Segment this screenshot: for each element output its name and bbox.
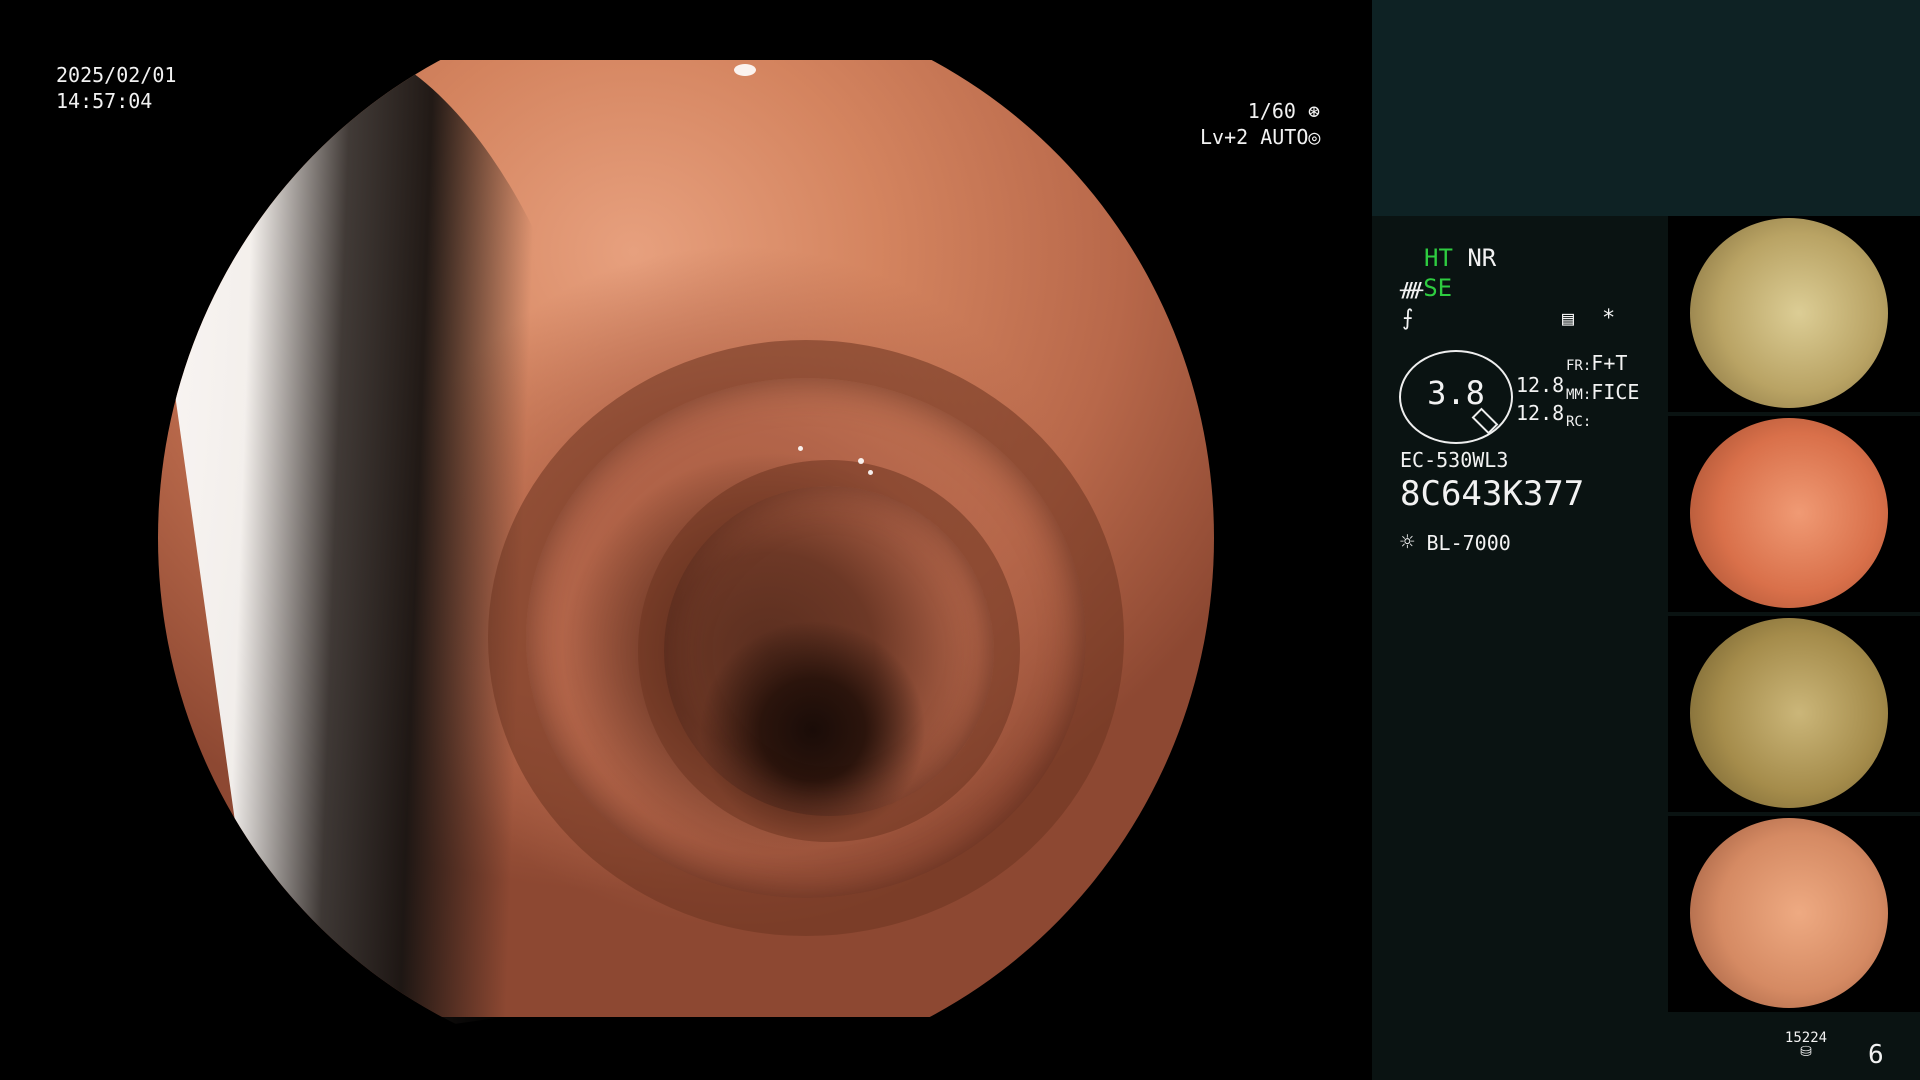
se-indicator: SE xyxy=(1423,274,1453,302)
glare xyxy=(868,470,873,475)
light-source-row: ☼ BL-7000 xyxy=(1400,528,1511,556)
thumbnail[interactable] xyxy=(1668,816,1920,1012)
shutter-row: 1/60 ⊛ xyxy=(1200,98,1320,124)
mode-values: FR:F+T MM:FICE RC: xyxy=(1566,350,1639,435)
settings-panel: HT NR ᚎSE ⨍ ▤ * 3.8 12.8 12.8 FR:F+T MM:… xyxy=(1372,216,1668,1080)
value-b: 12.8 xyxy=(1516,401,1565,425)
numeric-values: 12.8 12.8 xyxy=(1516,371,1564,427)
value-a: 12.8 xyxy=(1516,373,1565,397)
level-text: Lv+2 xyxy=(1200,125,1249,149)
glare xyxy=(798,446,803,451)
glare xyxy=(734,64,756,76)
thumbnail[interactable] xyxy=(1668,416,1920,612)
date-time-readout: 2025/02/01 14:57:04 xyxy=(56,62,176,114)
endoscope-image xyxy=(158,1,1214,1051)
iris-icon: ◎ xyxy=(1308,125,1321,149)
fr-value: F+T xyxy=(1591,351,1628,375)
sidebar-header-area xyxy=(1372,0,1920,216)
page-number: 6 xyxy=(1868,1040,1884,1070)
exposure-readout: 1/60 ⊛ Lv+2 AUTO◎ xyxy=(1200,98,1320,150)
capture-thumbnails xyxy=(1668,216,1920,1016)
time-text: 14:57:04 xyxy=(56,89,153,113)
se-row: ᚎSE xyxy=(1400,274,1452,302)
scope-model: EC-530WL3 xyxy=(1400,448,1509,472)
value-oval: 3.8 xyxy=(1399,350,1513,444)
fr-label: FR: xyxy=(1566,358,1592,374)
rc-label: RC: xyxy=(1566,414,1592,430)
level-row: Lv+2 AUTO◎ xyxy=(1200,124,1320,150)
thumbnail-image xyxy=(1690,618,1888,808)
status-sidebar: HT NR ᚎSE ⨍ ▤ * 3.8 12.8 12.8 FR:F+T MM:… xyxy=(1372,0,1920,1080)
date-text: 2025/02/01 xyxy=(56,63,177,87)
ht-indicator: HT xyxy=(1424,244,1453,272)
shutter-text: 1/60 xyxy=(1247,99,1296,123)
asterisk-icon: * xyxy=(1602,306,1616,331)
menu-icon: ▤ xyxy=(1562,306,1575,330)
mm-label: MM: xyxy=(1566,387,1592,403)
enhancement-row: HT NR xyxy=(1424,244,1496,272)
thumbnail-image xyxy=(1690,418,1888,608)
thumbnail-image xyxy=(1690,218,1888,408)
light-source-text: BL-7000 xyxy=(1426,531,1511,555)
aperture-icon: ⊛ xyxy=(1307,99,1320,123)
scope-icon: ᚎ xyxy=(1400,277,1424,301)
mucosa-fold-inner xyxy=(638,460,1020,842)
counter-block: 15224 ⛁ xyxy=(1766,1030,1846,1060)
thumbnail[interactable] xyxy=(1668,216,1920,412)
scope-serial: 8C643K377 xyxy=(1400,474,1585,514)
endoscope-view: 2025/02/01 14:57:04 1/60 ⊛ Lv+2 AUTO◎ xyxy=(0,0,1372,1080)
sun-icon: ☼ xyxy=(1400,528,1415,556)
disk-icon: ⛁ xyxy=(1800,1044,1812,1060)
freeze-icon: ⨍ xyxy=(1402,306,1414,331)
glare xyxy=(858,458,864,464)
thumbnail-image xyxy=(1690,818,1888,1008)
mm-value: FICE xyxy=(1591,380,1640,404)
nr-indicator: NR xyxy=(1467,244,1497,272)
mode-text: AUTO xyxy=(1260,125,1309,149)
thumbnail[interactable] xyxy=(1668,616,1920,812)
oval-value-text: 3.8 xyxy=(1427,374,1485,412)
